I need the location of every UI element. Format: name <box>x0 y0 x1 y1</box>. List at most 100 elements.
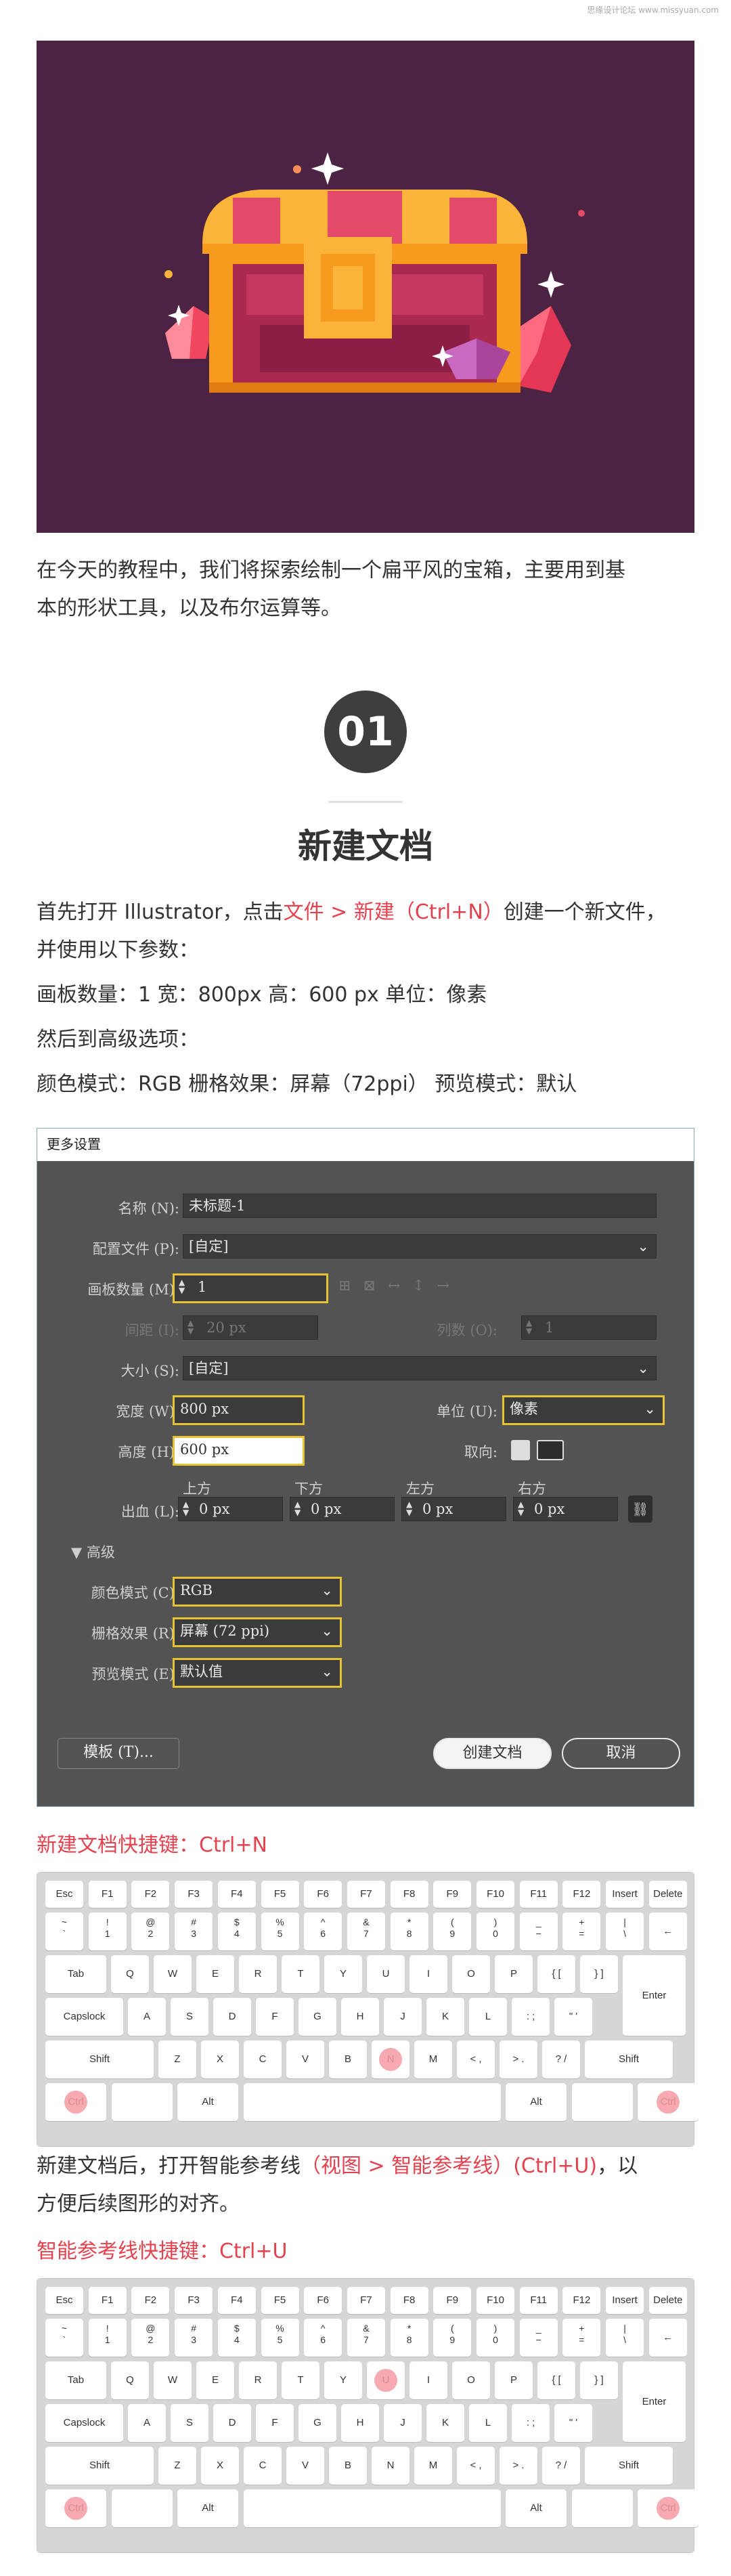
key-f8[interactable]: F8 <box>390 2287 428 2314</box>
key-f5[interactable]: F5 <box>261 2287 299 2314</box>
key-f12[interactable]: F12 <box>562 2287 601 2314</box>
key-num-7[interactable]: & 7 <box>347 2319 385 2357</box>
key-r4-3[interactable]: D <box>213 1998 251 2036</box>
key-num-7[interactable]: & 7 <box>347 1913 385 1950</box>
key-r4-11[interactable]: " ' <box>554 2404 592 2442</box>
key-r4-10[interactable]: : ; <box>512 1998 550 2036</box>
key-r3-11[interactable]: { [ <box>537 1955 575 1993</box>
key-r3-0[interactable]: Tab <box>45 2361 106 2399</box>
stepper-arrows-icon[interactable]: ▲ ▼ <box>518 1500 524 1516</box>
key-r5-3[interactable]: C <box>244 2040 282 2078</box>
key-f3[interactable]: F3 <box>175 2287 213 2314</box>
key-num-13[interactable]: | \ <box>606 1913 644 1950</box>
key-num-12[interactable]: + = <box>562 2319 601 2357</box>
artboard-layout-icons[interactable]: ⊞⊠↔↕→ <box>338 1278 501 1301</box>
key-f6[interactable]: F6 <box>304 2287 342 2314</box>
key-r5-1[interactable]: Z <box>158 2040 196 2078</box>
key-r5-0[interactable]: Shift <box>45 2040 154 2078</box>
key-num-14[interactable]: ← <box>648 1913 687 1950</box>
key-r4-7[interactable]: J <box>384 1998 422 2036</box>
key-num-6[interactable]: ^ 6 <box>304 1913 342 1950</box>
key-r5-4[interactable]: V <box>286 2447 324 2485</box>
key-r3-5[interactable]: T <box>282 2361 319 2399</box>
key-f9[interactable]: F9 <box>433 2287 472 2314</box>
link-icon[interactable]: ⛓ <box>628 1496 652 1523</box>
key-r4-8[interactable]: K <box>426 1998 464 2036</box>
portrait-icon[interactable] <box>511 1440 530 1460</box>
key-r4-3[interactable]: D <box>213 2404 251 2442</box>
key-r4-5[interactable]: G <box>298 1998 336 2036</box>
key-r3-7[interactable]: U <box>367 1955 405 1993</box>
key-r6-5[interactable] <box>571 2489 633 2527</box>
key-r3-11[interactable]: { [ <box>537 2361 575 2399</box>
preview-select[interactable]: 默认值 ⌄ <box>173 1658 342 1688</box>
key-r5-7[interactable]: M <box>414 2040 452 2078</box>
key-r3-9[interactable]: O <box>452 1955 490 1993</box>
key-r3-6[interactable]: Y <box>324 1955 362 1993</box>
key-f10[interactable]: F10 <box>477 2287 514 2314</box>
key-r4-9[interactable]: L <box>469 2404 507 2442</box>
artboards-input[interactable]: ▲ ▼ 1 <box>173 1273 328 1303</box>
key-f2[interactable]: F2 <box>131 2287 170 2314</box>
width-input[interactable]: 800 px <box>173 1395 305 1425</box>
key-r3-10[interactable]: P <box>495 1955 533 1993</box>
key-r4-4[interactable]: F <box>256 2404 294 2442</box>
units-select[interactable]: 像素 ⌄ <box>502 1395 665 1425</box>
cancel-button[interactable]: 取消 <box>562 1738 680 1769</box>
key-r6-6[interactable]: Ctrl <box>638 2489 699 2527</box>
key-r3-2[interactable]: W <box>154 2361 192 2399</box>
stepper-arrows-icon[interactable]: ▲ ▼ <box>179 1278 185 1294</box>
key-f12[interactable]: F12 <box>562 1881 601 1908</box>
key-num-8[interactable]: * 8 <box>390 2319 428 2357</box>
key-r6-0[interactable]: Ctrl <box>45 2489 106 2527</box>
key-f1[interactable]: F1 <box>88 2287 127 2314</box>
key-num-5[interactable]: % 5 <box>261 2319 299 2357</box>
key-r5-5[interactable]: B <box>329 2447 367 2485</box>
key-insert[interactable]: Insert <box>606 1881 644 1908</box>
key-num-1[interactable]: ! 1 <box>88 2319 127 2357</box>
key-f2[interactable]: F2 <box>131 1881 170 1908</box>
key-f9[interactable]: F9 <box>433 1881 472 1908</box>
key-r4-8[interactable]: K <box>426 2404 464 2442</box>
key-r3-1[interactable]: Q <box>111 2361 149 2399</box>
raster-select[interactable]: 屏幕 (72 ppi) ⌄ <box>173 1617 342 1647</box>
name-input[interactable]: 未标题-1 <box>183 1194 657 1218</box>
key-r3-3[interactable]: E <box>196 1955 234 1993</box>
key-esc[interactable]: Esc <box>45 1881 83 1908</box>
key-r3-2[interactable]: W <box>154 1955 192 1993</box>
key-r3-5[interactable]: T <box>282 1955 319 1993</box>
create-document-button[interactable]: 创建文档 <box>433 1738 552 1769</box>
key-r3-8[interactable]: I <box>409 1955 447 1993</box>
key-r5-7[interactable]: M <box>414 2447 452 2485</box>
key-num-1[interactable]: ! 1 <box>88 1913 127 1950</box>
key-num-9[interactable]: (9 <box>433 1913 472 1950</box>
key-r5-9[interactable]: > . <box>500 2447 537 2485</box>
key-num-13[interactable]: | \ <box>606 2319 644 2357</box>
key-f6[interactable]: F6 <box>304 1881 342 1908</box>
key-r4-1[interactable]: A <box>128 2404 166 2442</box>
bleed-top-input[interactable]: ▲ ▼ 0 px <box>178 1497 283 1521</box>
key-r4-2[interactable]: S <box>171 2404 208 2442</box>
key-esc[interactable]: Esc <box>45 2287 83 2314</box>
key-r5-10[interactable]: ? / <box>542 2447 580 2485</box>
key-r5-10[interactable]: ? / <box>542 2040 580 2078</box>
key-r5-9[interactable]: > . <box>500 2040 537 2078</box>
key-insert[interactable]: Insert <box>606 2287 644 2314</box>
key-r5-11[interactable]: Shift <box>585 2040 673 2078</box>
key-r5-4[interactable]: V <box>286 2040 324 2078</box>
key-f7[interactable]: F7 <box>347 1881 385 1908</box>
key-r5-5[interactable]: B <box>329 2040 367 2078</box>
key-r4-9[interactable]: L <box>469 1998 507 2036</box>
key-f4[interactable]: F4 <box>217 2287 256 2314</box>
key-num-0[interactable]: ~ ` <box>45 2319 83 2357</box>
key-num-14[interactable]: ← <box>648 2319 687 2357</box>
advanced-toggle[interactable]: ▼ 高级 <box>71 1542 115 1562</box>
key-num-3[interactable]: #3 <box>175 1913 213 1950</box>
templates-button[interactable]: 模板 (T)... <box>58 1738 179 1769</box>
key-r3-3[interactable]: E <box>196 2361 234 2399</box>
key-num-10[interactable]: ) 0 <box>477 1913 514 1950</box>
key-f7[interactable]: F7 <box>347 2287 385 2314</box>
key-r4-2[interactable]: S <box>171 1998 208 2036</box>
key-r4-4[interactable]: F <box>256 1998 294 2036</box>
key-r6-4[interactable]: Alt <box>506 2083 567 2121</box>
